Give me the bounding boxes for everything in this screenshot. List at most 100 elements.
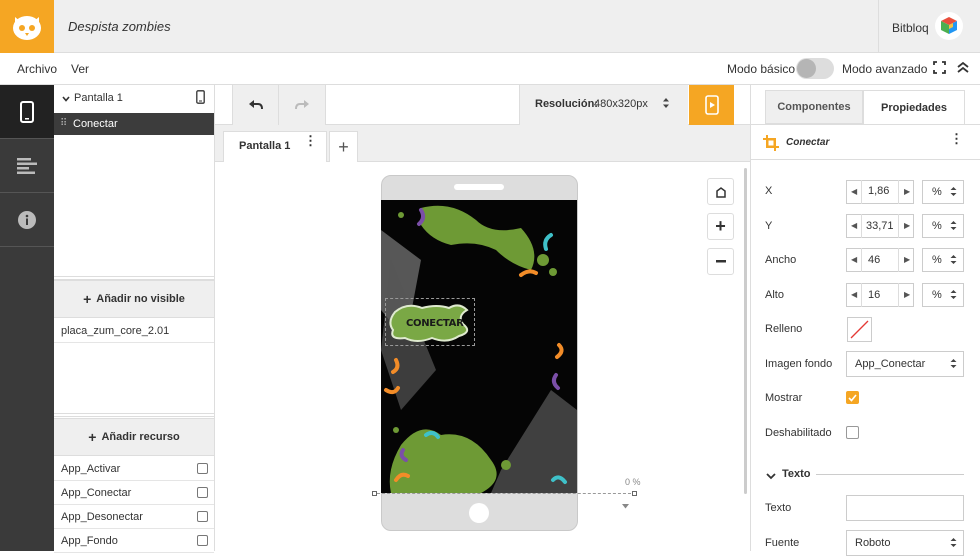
stepper-dec-icon[interactable]: ◀	[851, 290, 857, 299]
app-logo[interactable]	[0, 0, 54, 53]
width-unit-select[interactable]: %	[922, 248, 964, 272]
canvas-scrollbar[interactable]	[744, 168, 747, 494]
tab-label: Pantalla 1	[239, 140, 291, 152]
unit-label: %	[932, 254, 942, 266]
zoom-in-button[interactable]: +	[707, 213, 734, 240]
divider	[861, 248, 862, 272]
chevron-down-icon[interactable]	[62, 92, 70, 106]
width-value[interactable]: 46	[868, 254, 880, 266]
divider	[861, 283, 862, 307]
tree-phone-icon	[196, 90, 205, 107]
add-hidden-button[interactable]: + Añadir no visible	[54, 280, 214, 318]
stepper-inc-icon[interactable]: ▶	[904, 187, 910, 196]
stepper-inc-icon[interactable]: ▶	[904, 255, 910, 264]
kebab-menu-icon[interactable]: ⋮	[304, 134, 317, 147]
fullscreen-icon[interactable]	[933, 61, 946, 77]
nav-screens[interactable]	[0, 85, 54, 139]
divider	[898, 283, 899, 307]
mode-toggle-knob	[797, 59, 816, 78]
drag-handle-icon[interactable]: ⠿	[60, 118, 67, 129]
stepper-dec-icon[interactable]: ◀	[851, 255, 857, 264]
nav-info[interactable]	[0, 193, 54, 247]
unit-label: %	[932, 289, 942, 301]
tree-screen-label[interactable]: Pantalla 1	[74, 92, 123, 104]
list-item[interactable]: App_Conectar	[54, 481, 214, 505]
redo-button[interactable]	[279, 85, 326, 125]
tab-components[interactable]: Componentes	[765, 90, 863, 124]
stepper-dec-icon[interactable]: ◀	[851, 221, 857, 230]
y-value[interactable]: 33,71	[866, 220, 894, 232]
stepper-dec-icon[interactable]: ◀	[851, 187, 857, 196]
undo-icon	[248, 100, 263, 110]
phone-home-button	[469, 503, 489, 523]
zoom-out-button[interactable]	[707, 248, 734, 275]
preview-button[interactable]	[689, 85, 734, 125]
font-value: Roboto	[855, 537, 891, 549]
bg-image-select[interactable]: App_Conectar	[846, 351, 964, 377]
font-select[interactable]: Roboto	[846, 530, 964, 556]
tree-item-label: Conectar	[73, 118, 118, 130]
tab-properties[interactable]: Propiedades	[863, 90, 965, 124]
menu-view[interactable]: Ver	[71, 62, 89, 76]
resize-guide	[372, 493, 636, 494]
redo-icon	[295, 100, 309, 110]
list-item[interactable]: App_Fondo	[54, 529, 214, 553]
stepper-inc-icon[interactable]: ▶	[904, 221, 910, 230]
unit-label: %	[932, 186, 942, 198]
height-value[interactable]: 16	[868, 289, 880, 301]
height-unit-select[interactable]: %	[922, 283, 964, 307]
fit-screen-button[interactable]	[707, 178, 734, 205]
list-item[interactable]: placa_zum_core_2.01	[54, 319, 214, 343]
phone-icon	[20, 100, 34, 123]
splitter[interactable]	[54, 413, 214, 417]
menu-file[interactable]: Archivo	[17, 62, 57, 76]
text-section-title: Texto	[782, 468, 811, 480]
fill-label: Relleno	[765, 323, 803, 335]
x-unit-select[interactable]: %	[922, 180, 964, 204]
section-divider	[816, 474, 964, 475]
text-input[interactable]	[846, 495, 964, 521]
image-icon	[197, 511, 208, 522]
component-header	[750, 124, 980, 160]
collapse-icon[interactable]	[956, 60, 970, 77]
divider	[861, 214, 862, 238]
hidden-item-label: placa_zum_core_2.01	[61, 324, 170, 337]
align-left-icon	[17, 157, 37, 174]
select-arrows-icon	[950, 220, 957, 234]
kebab-menu-icon[interactable]: ⋮	[950, 132, 963, 145]
avatar[interactable]	[935, 12, 963, 40]
nav-blocks[interactable]	[0, 139, 54, 193]
fill-color-swatch[interactable]	[847, 317, 872, 342]
minus-icon	[715, 260, 726, 263]
check-icon	[848, 393, 857, 402]
divider	[898, 214, 899, 238]
y-unit-select[interactable]: %	[922, 214, 964, 238]
divider	[898, 180, 899, 204]
bg-image-label: Imagen fondo	[765, 358, 833, 370]
owl-logo-icon	[13, 15, 41, 40]
phone-play-icon	[704, 95, 719, 115]
resize-handle[interactable]	[372, 491, 377, 496]
add-tab-button[interactable]: +	[329, 131, 358, 162]
cube-avatar-icon	[941, 17, 957, 34]
add-resource-button[interactable]: + Añadir recurso	[54, 418, 214, 456]
show-checkbox[interactable]	[846, 391, 859, 404]
add-hidden-label: Añadir no visible	[96, 293, 185, 305]
bg-image-value: App_Conectar	[855, 358, 926, 370]
list-item[interactable]: App_Desonectar	[54, 505, 214, 529]
x-value[interactable]: 1,86	[868, 185, 889, 197]
chevron-down-icon[interactable]	[766, 469, 776, 483]
image-icon	[197, 535, 208, 546]
resolution-value: 480x320px	[594, 98, 648, 110]
list-item[interactable]: App_Activar	[54, 457, 214, 481]
resource-label: App_Activar	[61, 462, 121, 475]
resource-label: App_Conectar	[61, 486, 132, 499]
resize-handle[interactable]	[632, 491, 637, 496]
text-label: Texto	[765, 502, 792, 514]
project-title[interactable]: Despista zombies	[68, 19, 171, 34]
no-color-icon	[850, 320, 869, 339]
caret-down-icon	[622, 498, 629, 512]
undo-button[interactable]	[232, 85, 279, 125]
disabled-checkbox[interactable]	[846, 426, 859, 439]
stepper-inc-icon[interactable]: ▶	[904, 290, 910, 299]
